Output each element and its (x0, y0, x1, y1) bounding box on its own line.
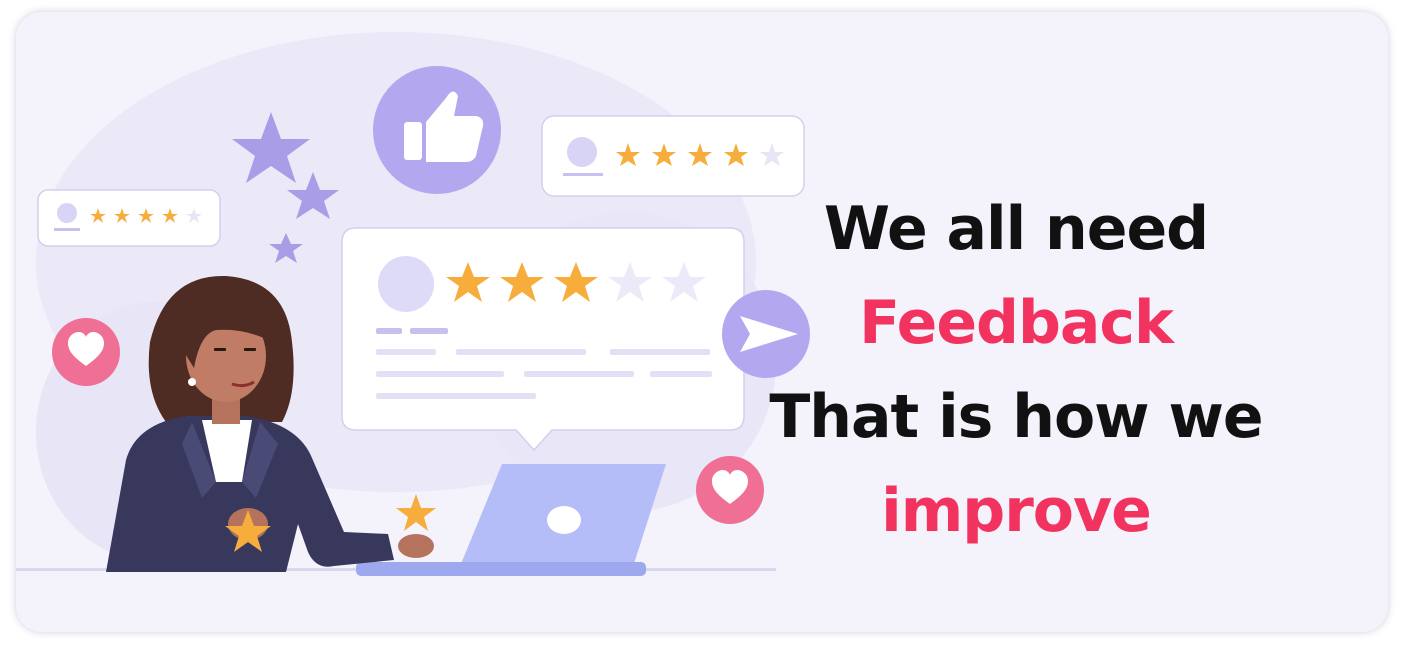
headline-line-3: That is how we (769, 382, 1263, 452)
feedback-illustration (16, 32, 810, 576)
heart-icon-left (52, 318, 120, 386)
headline-line-2: Feedback (859, 288, 1174, 358)
small-review-card-left (37, 189, 221, 247)
headline-line-1: We all need (823, 194, 1209, 264)
thumbs-up-icon (373, 66, 501, 194)
feedback-banner: We all need Feedback That is how we impr… (16, 12, 1388, 632)
headline-line-4: improve (881, 476, 1152, 546)
main-review-card (341, 227, 745, 452)
headline: We all need Feedback That is how we impr… (736, 182, 1296, 558)
